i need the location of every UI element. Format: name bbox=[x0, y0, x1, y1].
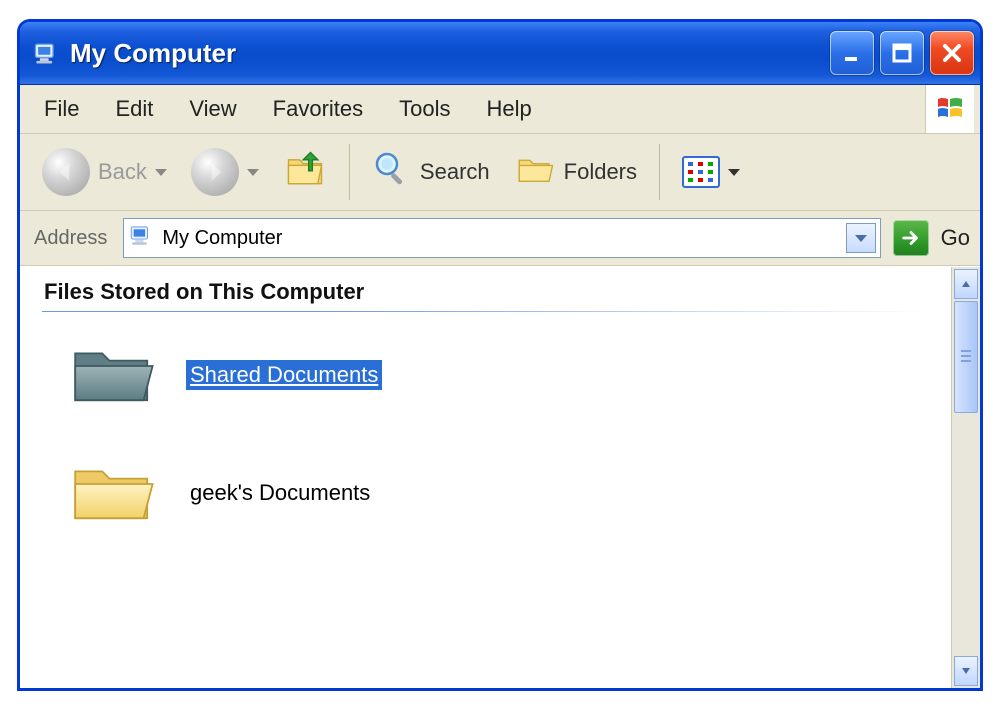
toolbar: Back bbox=[20, 134, 980, 211]
views-icon bbox=[682, 156, 720, 188]
views-dropdown-icon bbox=[728, 169, 740, 176]
menu-bar: File Edit View Favorites Tools Help bbox=[20, 85, 980, 134]
search-label: Search bbox=[420, 159, 490, 185]
folders-label: Folders bbox=[564, 159, 637, 185]
title-bar[interactable]: My Computer bbox=[20, 22, 980, 85]
folder-dark-icon bbox=[68, 338, 158, 412]
my-computer-icon bbox=[32, 39, 60, 67]
up-button[interactable] bbox=[275, 144, 335, 200]
vertical-scrollbar[interactable] bbox=[951, 267, 980, 688]
folder-item-label: Shared Documents bbox=[186, 360, 382, 390]
folder-icon bbox=[68, 456, 158, 530]
back-button[interactable]: Back bbox=[34, 144, 175, 200]
section-divider bbox=[42, 311, 929, 312]
scroll-down-button[interactable] bbox=[954, 656, 978, 686]
content-area: Files Stored on This Computer bbox=[20, 266, 980, 688]
toolbar-separator bbox=[349, 144, 350, 200]
windows-flag-icon bbox=[925, 85, 974, 133]
address-bar: Address My Computer Go bbox=[20, 211, 980, 266]
menu-edit[interactable]: Edit bbox=[97, 92, 171, 126]
go-button[interactable] bbox=[893, 220, 929, 256]
minimize-button[interactable] bbox=[830, 31, 874, 75]
menu-view[interactable]: View bbox=[171, 92, 254, 126]
search-icon bbox=[372, 149, 412, 195]
back-label: Back bbox=[98, 159, 147, 185]
scroll-track[interactable] bbox=[954, 301, 978, 654]
forward-arrow-icon bbox=[191, 148, 239, 196]
close-button[interactable] bbox=[930, 31, 974, 75]
folder-item-label: geek's Documents bbox=[186, 478, 374, 508]
folder-view[interactable]: Files Stored on This Computer bbox=[20, 267, 951, 688]
toolbar-separator-2 bbox=[659, 144, 660, 200]
menu-tools[interactable]: Tools bbox=[381, 92, 468, 126]
section-header: Files Stored on This Computer bbox=[42, 271, 929, 311]
forward-dropdown-icon bbox=[247, 169, 259, 176]
scroll-thumb[interactable] bbox=[954, 301, 978, 413]
folder-up-icon bbox=[283, 147, 327, 197]
search-button[interactable]: Search bbox=[364, 144, 498, 200]
forward-button[interactable] bbox=[183, 144, 267, 200]
address-icon bbox=[128, 222, 154, 254]
menu-help[interactable]: Help bbox=[469, 92, 550, 126]
address-label: Address bbox=[30, 227, 111, 250]
folder-item-shared-documents[interactable]: Shared Documents bbox=[68, 338, 929, 412]
explorer-window: My Computer File Edit View Favorites Too… bbox=[18, 20, 982, 690]
maximize-button[interactable] bbox=[880, 31, 924, 75]
menu-file[interactable]: File bbox=[26, 92, 97, 126]
go-label: Go bbox=[941, 225, 970, 251]
views-button[interactable] bbox=[674, 144, 748, 200]
window-title: My Computer bbox=[70, 38, 236, 69]
address-value: My Computer bbox=[162, 227, 837, 250]
back-arrow-icon bbox=[42, 148, 90, 196]
menu-favorites[interactable]: Favorites bbox=[255, 92, 381, 126]
back-dropdown-icon bbox=[155, 169, 167, 176]
address-input[interactable]: My Computer bbox=[123, 218, 880, 258]
folders-button[interactable]: Folders bbox=[506, 144, 645, 200]
folder-item-user-documents[interactable]: geek's Documents bbox=[68, 456, 929, 530]
scroll-up-button[interactable] bbox=[954, 269, 978, 299]
folders-icon bbox=[514, 148, 556, 196]
address-dropdown-button[interactable] bbox=[846, 223, 876, 253]
